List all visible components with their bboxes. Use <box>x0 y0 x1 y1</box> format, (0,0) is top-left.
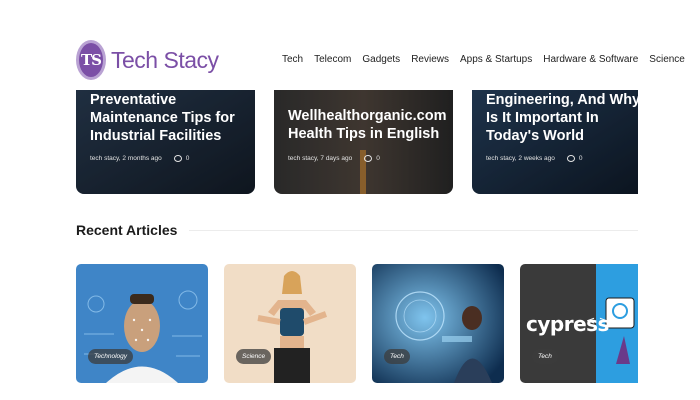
featured-card-meta: tech stacy, 7 days ago 0 <box>288 155 380 162</box>
nav-item-science[interactable]: Science <box>649 54 685 65</box>
comment-count: 0 <box>578 155 583 162</box>
author-time: tech stacy, 7 days ago <box>288 155 353 162</box>
featured-card[interactable]: Engineering, And Why Is It Important In … <box>472 90 638 194</box>
recent-articles-header: Recent Articles <box>76 222 638 238</box>
nav-item-hardware-software[interactable]: Hardware & Software <box>543 54 638 65</box>
logo-badge-text: TS <box>81 51 102 69</box>
article-image <box>76 264 208 383</box>
article-image <box>372 264 504 383</box>
comment-icon <box>173 155 182 162</box>
author-time: tech stacy, 2 weeks ago <box>486 155 555 162</box>
category-tag[interactable]: Tech <box>384 349 410 364</box>
site-header: TS Tech Stacy Tech Telecom Gadgets Revie… <box>0 0 700 90</box>
main-nav: Tech Telecom Gadgets Reviews Apps & Star… <box>282 54 696 65</box>
featured-card-meta: tech stacy, 2 months ago 0 <box>90 155 189 162</box>
comment-count: 0 <box>185 155 190 162</box>
logo-badge-icon: TS <box>76 40 106 80</box>
nav-item-apps-startups[interactable]: Apps & Startups <box>460 54 532 65</box>
logo-text: Tech Stacy <box>111 46 219 73</box>
featured-card[interactable]: Preventative Maintenance Tips for Indust… <box>76 90 255 194</box>
featured-card-meta: tech stacy, 2 weeks ago 0 <box>486 155 583 162</box>
category-tag[interactable]: Science <box>236 349 272 364</box>
category-tag[interactable]: Tech <box>532 349 558 364</box>
author-time: tech stacy, 2 months ago <box>90 155 162 162</box>
category-tag[interactable]: Technology <box>88 349 134 364</box>
featured-carousel: Preventative Maintenance Tips for Indust… <box>76 90 638 194</box>
comment-icon <box>566 155 575 162</box>
article-card[interactable]: Tech <box>372 264 504 383</box>
article-card[interactable]: Technology <box>76 264 208 383</box>
nav-item-gadgets[interactable]: Gadgets <box>362 54 400 65</box>
site-logo[interactable]: TS Tech Stacy <box>76 40 219 80</box>
nav-item-telecom[interactable]: Telecom <box>314 54 351 65</box>
article-card[interactable]: < > cypress Tech <box>520 264 638 383</box>
comment-count: 0 <box>376 155 380 162</box>
featured-card-title[interactable]: Engineering, And Why Is It Important In … <box>486 91 638 145</box>
comment-icon <box>364 155 373 162</box>
article-card[interactable]: Science <box>224 264 356 383</box>
featured-card-title[interactable]: Preventative Maintenance Tips for Indust… <box>90 91 255 145</box>
featured-card-title[interactable]: Wellhealthorganic.com Health Tips in Eng… <box>288 107 453 143</box>
nav-item-reviews[interactable]: Reviews <box>411 54 449 65</box>
nav-item-tech[interactable]: Tech <box>282 54 303 65</box>
section-divider <box>189 229 638 231</box>
cypress-logo-text: cypress <box>526 312 609 336</box>
section-title: Recent Articles <box>76 222 178 238</box>
article-image <box>224 264 356 383</box>
featured-card[interactable]: Wellhealthorganic.com Health Tips in Eng… <box>274 90 453 194</box>
